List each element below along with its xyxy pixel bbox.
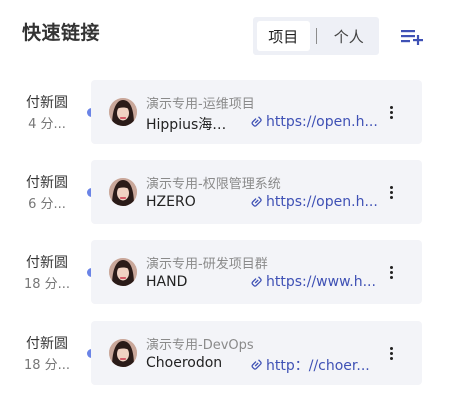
link-url-text: http：//choer... <box>266 358 370 374</box>
avatar <box>109 258 137 286</box>
link-url[interactable]: https://open.h... <box>251 114 378 130</box>
section-title: 快速链接 <box>22 22 101 44</box>
project-name: 演示专用-运维项目 <box>146 97 255 112</box>
user-meta: 付新圆 18 分... <box>14 320 80 375</box>
avatar <box>109 98 137 126</box>
link-card[interactable]: 演示专用-DevOps Choerodon http：//choer... <box>91 321 422 385</box>
link-url-text: https://www.h... <box>266 274 376 290</box>
link-card[interactable]: 演示专用-权限管理系统 HZERO https://open.h... <box>91 160 422 224</box>
more-vertical-icon[interactable] <box>383 182 399 202</box>
user-name: 付新圆 <box>26 95 68 111</box>
link-card[interactable]: 演示专用-研发项目群 HAND https://www.h... <box>91 240 422 304</box>
tab-divider <box>315 28 317 44</box>
relative-time: 4 分... <box>28 117 66 132</box>
link-icon <box>251 276 262 287</box>
link-url-text: https://open.h... <box>266 194 378 210</box>
relative-time: 18 分... <box>23 358 71 373</box>
list-item: 付新圆 18 分... 演示专用-研发项目群 HAND https://www.… <box>0 239 450 305</box>
list-item: 付新圆 6 分... 演示专用-权限管理系统 HZERO https://ope… <box>0 159 450 225</box>
tab-project[interactable]: 项目 <box>257 21 310 51</box>
more-vertical-icon[interactable] <box>383 102 399 122</box>
link-icon <box>251 116 262 127</box>
link-name: HAND <box>146 274 188 290</box>
user-meta: 付新圆 4 分... <box>14 79 80 134</box>
user-name: 付新圆 <box>26 336 68 352</box>
tab-personal[interactable]: 个人 <box>322 21 375 51</box>
avatar <box>109 178 137 206</box>
link-icon <box>251 359 262 370</box>
link-card[interactable]: 演示专用-运维项目 Hippius海马... https://open.h... <box>91 80 422 144</box>
more-vertical-icon[interactable] <box>383 343 399 363</box>
add-list-icon[interactable] <box>400 26 424 46</box>
more-vertical-icon[interactable] <box>383 262 399 282</box>
avatar <box>109 339 137 367</box>
user-name: 付新圆 <box>26 175 68 191</box>
project-name: 演示专用-权限管理系统 <box>146 177 281 192</box>
project-name: 演示专用-DevOps <box>146 338 254 353</box>
project-name: 演示专用-研发项目群 <box>146 257 268 272</box>
link-name: Hippius海马... <box>146 117 239 133</box>
relative-time: 6 分... <box>28 197 66 212</box>
link-name: Choerodon <box>146 355 223 371</box>
user-meta: 付新圆 6 分... <box>14 159 80 214</box>
link-name: HZERO <box>146 194 196 210</box>
list-item: 付新圆 4 分... 演示专用-运维项目 Hippius海马... https:… <box>0 79 450 145</box>
user-meta: 付新圆 18 分... <box>14 239 80 294</box>
list-item: 付新圆 18 分... 演示专用-DevOps Choerodon http：/… <box>0 320 450 386</box>
link-url-text: https://open.h... <box>266 114 378 130</box>
link-url[interactable]: http：//choer... <box>251 355 378 375</box>
link-icon <box>251 196 262 207</box>
relative-time: 18 分... <box>23 277 71 292</box>
user-name: 付新圆 <box>26 255 68 271</box>
link-url[interactable]: https://open.h... <box>251 194 378 210</box>
scope-toggle: 项目 个人 <box>253 17 379 55</box>
link-url[interactable]: https://www.h... <box>251 274 378 290</box>
